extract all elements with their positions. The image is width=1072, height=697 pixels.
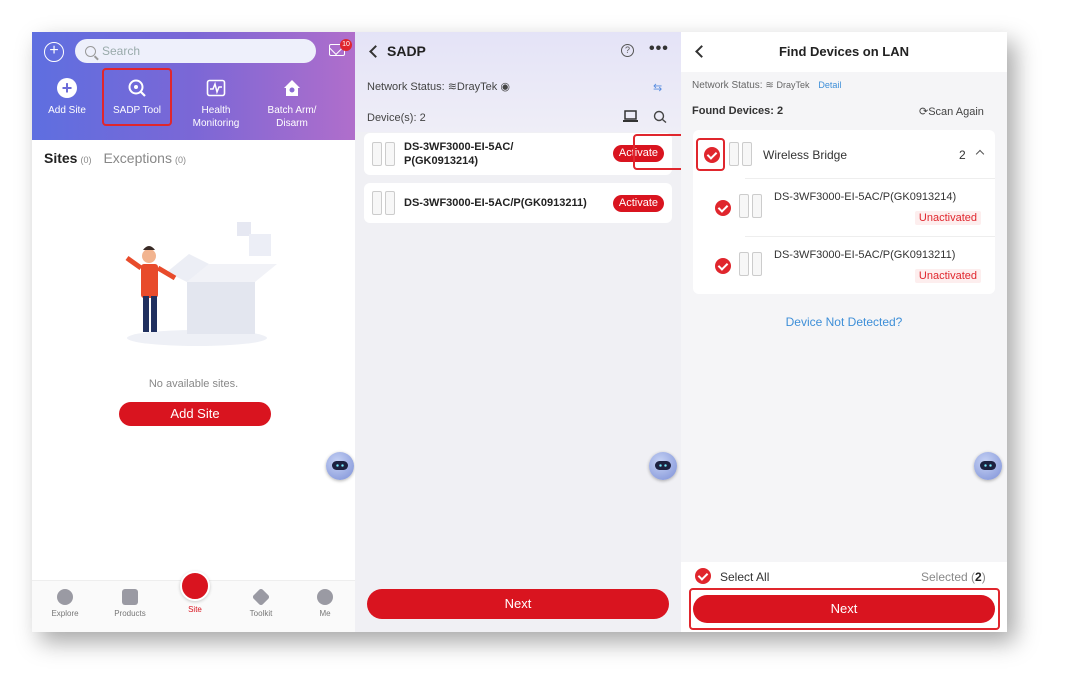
tool-label: Add Site [48,105,86,116]
empty-state-illustration [117,220,277,350]
refresh-icon: ⟳ [919,106,929,118]
globe-icon [180,571,210,601]
device-card[interactable]: DS-3WF3000-EI-5AC/ P(GK0913214) Activate [364,133,672,175]
network-status: Network Status: ≋ DrayTek Detail [692,80,841,91]
device-count-value: 2 [419,112,426,124]
tool-batch-arm[interactable]: Batch Arm/ Disarm [257,78,327,130]
grid-icon [122,589,138,605]
highlight-box [689,588,1000,630]
chevron-up-icon[interactable] [975,149,985,159]
highlight-box [696,138,725,171]
assistant-robot-icon[interactable] [326,452,354,480]
device-name: DS-3WF3000-EI-5AC/P(GK0913211) [404,197,587,209]
switch-icon[interactable]: ⇆ [653,81,662,94]
empty-text: No available sites. [148,378,239,390]
home-panel: + 10 + Add Site SADP Tool Hea [32,32,355,632]
add-site-button[interactable]: Add Site [119,402,271,426]
search-icon[interactable] [653,110,668,124]
network-name: DrayTek [776,80,810,90]
find-devices-panel: Find Devices on LAN Network Status: ≋ Dr… [681,32,1007,632]
nav-label: Me [319,609,331,618]
nav-products[interactable]: Products [105,589,155,618]
tool-add-site[interactable]: + Add Site [32,78,102,117]
device-name: DS-3WF3000-EI-5AC/ P(GK0913214) [404,141,514,167]
search-bar[interactable] [75,39,316,63]
screenshot-frame: + 10 + Add Site SADP Tool Hea [32,32,1007,632]
divider [745,236,995,237]
tool-label: Health Monitoring [192,105,240,129]
bridge-device-icon [729,142,755,166]
status-badge: Unactivated [914,269,981,283]
page-title: SADP [387,43,426,59]
help-icon[interactable]: ? [621,44,634,57]
page-title: Find Devices on LAN [778,44,910,59]
user-icon [317,589,333,605]
activate-button[interactable]: Activate [612,195,664,212]
device-group-list: Wireless Bridge 2 DS-3WF3000-EI-5AC/P(GK… [693,130,995,294]
bridge-device-icon [739,252,765,276]
detail-link[interactable]: Detail [818,80,841,90]
bridge-device-icon [372,191,398,215]
search-icon [85,45,96,57]
select-all-label[interactable]: Select All [720,570,769,584]
device-not-detected-link[interactable]: Device Not Detected? [681,315,1007,329]
home-arm-icon [282,78,302,98]
nav-label: Explore [51,609,79,618]
device-count-label: Device(s): [367,112,417,124]
compass-icon [57,589,73,605]
bridge-device-icon [372,142,398,166]
selected-count: Selected (2) [921,570,986,584]
eye-icon[interactable]: ◉ [500,81,510,93]
nav-toolkit[interactable]: Toolkit [236,587,286,618]
status-badge: Unactivated [914,211,981,225]
network-label: Network Status: [692,80,763,91]
divider [745,178,995,179]
site-tabs: Sites (0) Exceptions (0) [44,150,186,166]
mail-badge: 10 [340,39,352,51]
next-button[interactable]: Next [367,589,669,619]
tab-sites[interactable]: Sites (0) [44,150,91,166]
assistant-robot-icon[interactable] [649,452,677,480]
nav-me[interactable]: Me [300,589,350,618]
scan-again-button[interactable]: ⟳Scan Again [919,105,984,118]
device-checkbox[interactable] [715,200,731,216]
laptop-icon[interactable] [623,110,638,123]
nav-label: Site [188,605,202,614]
wifi-icon: ≋ [765,80,774,91]
assistant-robot-icon[interactable] [974,452,1002,480]
group-count: 2 [959,148,966,162]
device-name: DS-3WF3000-EI-5AC/P(GK0913214) [774,191,957,203]
highlight-box [102,68,172,126]
tool-health-monitoring[interactable]: Health Monitoring [181,78,251,130]
device-checkbox[interactable] [715,258,731,274]
select-all-checkbox[interactable] [695,568,711,584]
add-circle-icon: + [57,78,77,98]
add-icon[interactable]: + [44,42,64,62]
search-input[interactable] [102,44,282,58]
wifi-icon: ≋ [447,81,457,93]
network-label: Network Status: [367,81,445,93]
tab-exceptions[interactable]: Exceptions (0) [103,150,185,166]
layers-icon [251,587,271,607]
sadp-panel: SADP ? ••• Network Status: ≋DrayTek ◉ ⇆ … [355,32,681,632]
group-name: Wireless Bridge [763,148,848,162]
device-name: DS-3WF3000-EI-5AC/P(GK0913211) [774,249,956,261]
nav-site[interactable]: Site [170,571,220,614]
nav-explore[interactable]: Explore [40,589,90,618]
bridge-device-icon [739,194,765,218]
nav-label: Toolkit [249,609,273,618]
home-header: + 10 + Add Site SADP Tool Hea [32,32,355,140]
scan-again-label: Scan Again [928,106,984,118]
device-card[interactable]: DS-3WF3000-EI-5AC/P(GK0913211) Activate [364,183,672,223]
nav-label: Products [114,609,146,618]
device-count: Device(s): 2 [367,112,426,124]
found-devices: Found Devices: 2 [692,105,784,117]
highlight-box [633,134,681,170]
bottom-navigation: Explore Products Site Toolkit Me [32,571,355,632]
health-monitor-icon [206,78,226,98]
network-name: DrayTek [456,81,498,93]
network-status: Network Status: ≋DrayTek ◉ [367,80,510,93]
more-icon[interactable]: ••• [649,40,669,58]
tool-label: Batch Arm/ Disarm [267,105,317,129]
